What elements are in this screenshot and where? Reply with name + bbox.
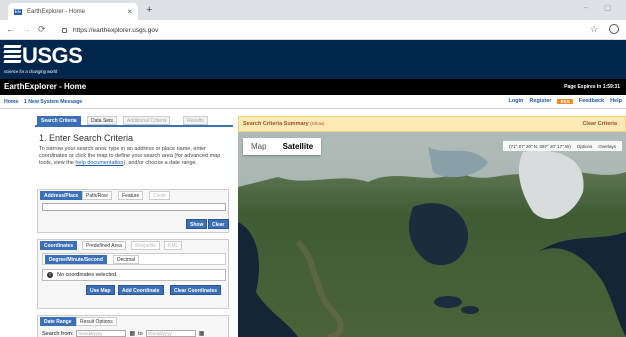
tab-results[interactable]: Results bbox=[183, 116, 208, 125]
date-range-box: Date Range Result Options Search from: m… bbox=[37, 315, 229, 337]
forward-icon[interactable]: → bbox=[22, 24, 31, 34]
browser-tab[interactable]: EE EarthExplorer - Home × bbox=[8, 3, 138, 20]
info-icon: ! bbox=[47, 272, 53, 278]
rss-icon[interactable]: RSS bbox=[557, 98, 573, 104]
start-date-input[interactable]: mm/dd/yyyy bbox=[76, 330, 127, 337]
search-from-label: Search from: bbox=[42, 330, 74, 337]
tab-feature[interactable]: Feature bbox=[118, 191, 144, 200]
tab-result-options[interactable]: Result Options bbox=[76, 317, 117, 326]
tab-predefined-area[interactable]: Predefined Area bbox=[82, 241, 126, 250]
usgs-tagline: science for a changing world bbox=[4, 69, 58, 74]
satellite-view-button[interactable]: Satellite bbox=[275, 138, 322, 155]
feedback-link[interactable]: Feedback bbox=[579, 98, 604, 104]
tab-address-place[interactable]: Address/Place bbox=[40, 191, 83, 200]
login-link[interactable]: Login bbox=[508, 98, 523, 104]
help-link[interactable]: Help bbox=[610, 98, 622, 104]
tab-circle[interactable]: Circle bbox=[149, 191, 170, 200]
search-criteria-summary-bar: Search Criteria Summary (Show) Clear Cri… bbox=[238, 116, 626, 132]
address-box: Address/Place Path/Row Feature Circle Sh… bbox=[37, 189, 229, 233]
summary-title: Search Criteria Summary (Show) bbox=[243, 121, 325, 127]
usgs-logo-waves-icon bbox=[3, 45, 22, 65]
tab-degree-minute-second[interactable]: Degree/Minute/Second bbox=[45, 255, 107, 264]
app-title-bar: EarthExplorer - Home Page Expires In 1:5… bbox=[0, 79, 626, 95]
tab-coordinates[interactable]: Coordinates bbox=[40, 241, 78, 250]
page-title: 1. Enter Search Criteria bbox=[39, 133, 134, 143]
summary-show-link[interactable]: (Show) bbox=[310, 121, 324, 126]
profile-icon[interactable] bbox=[609, 24, 619, 34]
tab-path-row[interactable]: Path/Row bbox=[82, 191, 112, 200]
usgs-logo[interactable]: USGS bbox=[22, 43, 83, 69]
address-input[interactable] bbox=[42, 203, 226, 211]
menu-bar: Home 1 New System Message Login Register… bbox=[0, 95, 626, 109]
help-documentation-link[interactable]: help documentation bbox=[75, 160, 123, 166]
maximize-icon[interactable]: ▢ bbox=[604, 3, 612, 12]
tab-shapefile[interactable]: Shapefile bbox=[131, 241, 160, 250]
url-text: https://earthexplorer.usgs.gov bbox=[73, 26, 159, 34]
bookmark-star-icon[interactable]: ☆ bbox=[590, 24, 598, 35]
tab-search-criteria[interactable]: Search Criteria bbox=[37, 116, 81, 125]
new-tab-icon[interactable]: + bbox=[146, 4, 152, 16]
url-field[interactable]: https://earthexplorer.usgs.gov bbox=[62, 23, 592, 37]
map-type-switcher: Map Satellite bbox=[243, 138, 322, 155]
calendar-icon[interactable]: ▦ bbox=[129, 330, 135, 337]
usgs-header: USGS science for a changing world bbox=[0, 40, 626, 79]
satellite-map[interactable]: Map Satellite (71° 07' 26" N, 097° 20' 1… bbox=[238, 132, 626, 337]
close-tab-icon[interactable]: × bbox=[127, 7, 132, 16]
system-message-link[interactable]: 1 New System Message bbox=[24, 99, 82, 105]
reload-icon[interactable]: ⟳ bbox=[38, 24, 46, 35]
browser-tab-bar: EE EarthExplorer - Home × + – ▢ bbox=[0, 0, 626, 20]
register-link[interactable]: Register bbox=[529, 98, 551, 104]
app-title: EarthExplorer - Home bbox=[4, 82, 87, 91]
browser-address-bar: ← → ⟳ https://earthexplorer.usgs.gov ☆ bbox=[0, 20, 626, 40]
show-button[interactable]: Show bbox=[186, 219, 208, 229]
clear-criteria-link[interactable]: Clear Criteria bbox=[582, 121, 617, 127]
cursor-coordinates: (71° 07' 26" N, 097° 20' 17" W) bbox=[509, 143, 571, 149]
calendar-icon[interactable]: ▦ bbox=[199, 330, 205, 337]
map-coordinate-bar: (71° 07' 26" N, 097° 20' 17" W) Options … bbox=[503, 141, 622, 151]
to-label: to bbox=[138, 330, 143, 337]
page-expires-timer: Page Expires In 1:59:31 bbox=[564, 84, 620, 90]
no-coordinates-notice: ! No coordinates selected. bbox=[42, 269, 226, 281]
tab-additional-criteria[interactable]: Additional Criteria bbox=[123, 116, 171, 125]
home-link[interactable]: Home bbox=[4, 99, 18, 105]
tab-decimal[interactable]: Decimal bbox=[113, 255, 140, 264]
tab-kml[interactable]: KML bbox=[164, 241, 183, 250]
earthexplorer-favicon-icon: EE bbox=[14, 8, 22, 15]
clear-coordinates-button[interactable]: Clear Coordinates bbox=[170, 285, 222, 295]
map-options-link[interactable]: Options bbox=[577, 144, 593, 149]
search-panel: Search Criteria Data Sets Additional Cri… bbox=[35, 114, 233, 337]
tab-data-sets[interactable]: Data Sets bbox=[87, 116, 117, 125]
map-view-button[interactable]: Map bbox=[243, 138, 275, 155]
use-map-button[interactable]: Use Map bbox=[86, 285, 115, 295]
minimize-icon[interactable]: – bbox=[584, 3, 588, 12]
tab-date-range[interactable]: Date Range bbox=[40, 317, 76, 326]
end-date-input[interactable]: mm/dd/yyyy bbox=[145, 330, 196, 337]
lock-icon bbox=[62, 27, 67, 33]
tab-title: EarthExplorer - Home bbox=[27, 8, 86, 15]
back-icon[interactable]: ← bbox=[6, 24, 15, 34]
instructions-text: To narrow your search area: type in an a… bbox=[39, 146, 221, 166]
add-coordinate-button[interactable]: Add Coordinate bbox=[118, 285, 164, 295]
clear-button[interactable]: Clear bbox=[208, 219, 229, 229]
coordinates-box: Coordinates Predefined Area Shapefile KM… bbox=[37, 239, 229, 309]
map-imagery bbox=[238, 132, 626, 337]
map-overlays-link[interactable]: Overlays bbox=[598, 144, 616, 149]
